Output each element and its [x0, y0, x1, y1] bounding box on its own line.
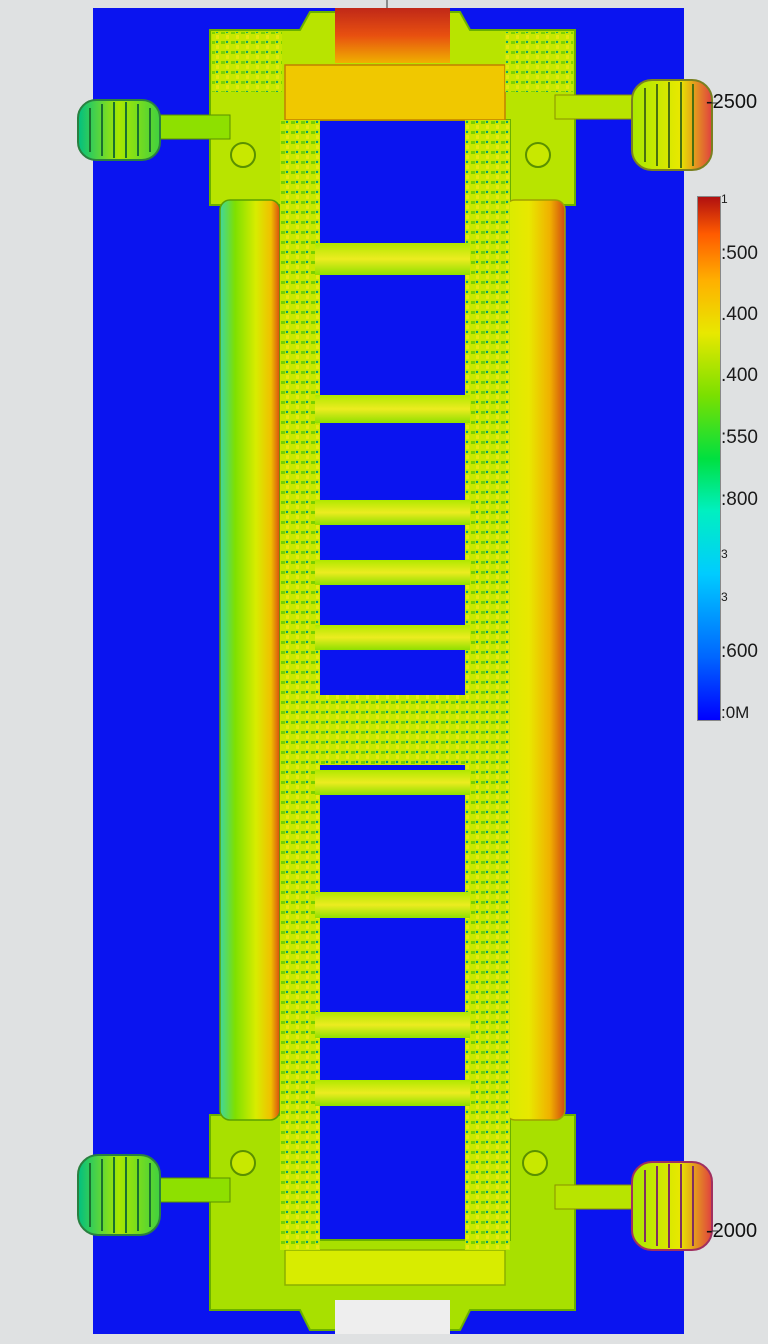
background-field	[93, 8, 684, 1334]
rung	[315, 770, 470, 795]
bolt	[525, 142, 551, 168]
bolt	[522, 1150, 548, 1176]
top-hot-bar	[335, 8, 450, 63]
rung	[315, 892, 470, 918]
bolt	[230, 142, 256, 168]
scale-label: 1	[721, 192, 728, 206]
rung	[315, 243, 470, 275]
scale-label: :550	[721, 427, 758, 448]
thermal-frame-diagram	[77, 0, 718, 1334]
bottom-crossbar	[284, 1249, 506, 1286]
axle-top-left	[149, 114, 231, 140]
scale-label: 3	[721, 547, 728, 561]
rung	[315, 695, 470, 765]
top-right-cap	[505, 32, 573, 92]
gear-bottom-left	[77, 1154, 161, 1236]
bottom-center-notch	[335, 1300, 450, 1334]
axle-bottom-left	[149, 1177, 231, 1203]
scale-label: .400	[721, 365, 758, 386]
dimension-label-bottom: -2000	[706, 1220, 758, 1242]
rung	[315, 1012, 470, 1038]
color-scale-gradient	[698, 197, 720, 720]
rung	[315, 625, 470, 650]
scale-label: .400	[721, 304, 758, 325]
bolt	[230, 1150, 256, 1176]
top-crossbar	[284, 64, 506, 121]
axle-bottom-right	[554, 1184, 641, 1210]
left-rail	[219, 199, 281, 1121]
right-rail	[504, 199, 566, 1121]
rung	[315, 560, 470, 585]
gear-top-left	[77, 99, 161, 161]
scale-label: :0M	[721, 703, 750, 722]
left-inner-column	[280, 120, 320, 1250]
gear-top-right	[631, 79, 713, 171]
scale-label: 3	[721, 590, 728, 604]
color-scale-bar	[697, 196, 721, 721]
scale-label: :800	[721, 489, 758, 510]
right-inner-column	[465, 120, 510, 1250]
rung	[315, 395, 470, 423]
top-left-cap	[212, 32, 282, 92]
gear-bottom-right	[631, 1161, 713, 1251]
rung	[315, 1080, 470, 1106]
scale-label: :600	[721, 641, 758, 662]
rung	[315, 500, 470, 525]
axle-top-right	[554, 94, 641, 120]
scale-label: :500	[721, 243, 758, 264]
dimension-label-top: -2500	[706, 91, 758, 113]
